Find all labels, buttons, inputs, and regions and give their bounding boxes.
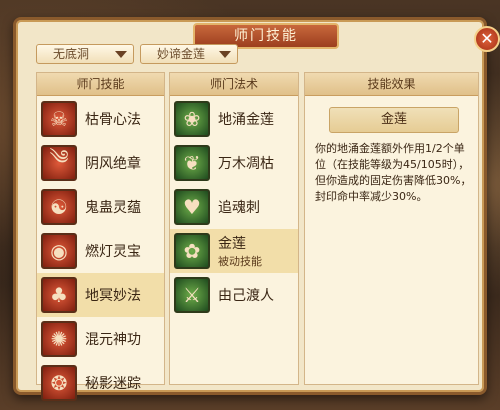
sect-skill-item[interactable]: ༄ 阴风绝章 [37, 141, 164, 185]
lotus-icon: ❀ [174, 101, 210, 137]
spells-header: 师门法术 [170, 73, 298, 96]
spell-item-label: 由己渡人 [218, 288, 274, 304]
sect-skill-item-label: 燃灯灵宝 [85, 244, 141, 260]
effect-header: 技能效果 [305, 73, 478, 96]
sect-dropdown-value: 无底洞 [53, 47, 90, 61]
sect-skill-item[interactable]: ☯ 鬼蛊灵蕴 [37, 185, 164, 229]
sect-skills-column: 师门技能 ☠ 枯骨心法 ༄ 阴风绝章 ☯ 鬼蛊灵蕴 ◉ 燃灯灵宝 ♣ 地冥妙法 ✺ 混元神功 ❂ 秘影迷踪 [36, 72, 165, 401]
spell-item[interactable]: ❦ 万木凋枯 [170, 141, 298, 185]
shadow-icon: ❂ [41, 365, 77, 401]
sect-skill-item[interactable]: ✺ 混元神功 [37, 317, 164, 361]
sect-skill-item-label: 地冥妙法 [85, 288, 141, 304]
sect-skill-item[interactable]: ◉ 燃灯灵宝 [37, 229, 164, 273]
spell-item-sublabel: 被动技能 [218, 255, 262, 268]
sect-dropdown[interactable]: 无底洞 [36, 44, 134, 64]
sect-skill-item-label: 混元神功 [85, 332, 141, 348]
sect-skill-item-label: 阴风绝章 [85, 156, 141, 172]
skill-dropdown-value: 妙谛金莲 [157, 47, 206, 61]
spell-item[interactable]: ❀ 地涌金莲 [170, 97, 298, 141]
sect-skills-header: 师门技能 [37, 73, 164, 96]
effect-description: 你的地涌金莲额外作用1/2个单位（在技能等级为45/105时），但你造成的固定伤… [315, 142, 472, 203]
effect-skill-name: 金莲 [329, 107, 459, 133]
effect-column: 技能效果 金莲 你的地涌金莲额外作用1/2个单位（在技能等级为45/105时），… [304, 72, 479, 385]
sword-icon: ⚔ [174, 277, 210, 313]
spell-item[interactable]: ✿ 金莲被动技能 [170, 229, 298, 273]
sect-skills-dialog: 师门技能 ✕ 无底洞 妙谛金莲 师门技能 ☠ 枯骨心法 ༄ 阴风绝章 ☯ 鬼蛊灵蕴 ◉ 燃灯灵… [13, 17, 500, 401]
withered-tree-icon: ❦ [174, 145, 210, 181]
spell-item[interactable]: ♥ 追魂刺 [170, 185, 298, 229]
spell-item-label: 地涌金莲 [218, 112, 274, 128]
heart-pierce-icon: ♥ [174, 189, 210, 225]
spell-item-label: 追魂刺 [218, 200, 260, 216]
skill-dropdown[interactable]: 妙谛金莲 [140, 44, 238, 64]
spell-item-label: 万木凋枯 [218, 156, 274, 172]
golden-lotus-icon: ✿ [174, 233, 210, 269]
close-button[interactable]: ✕ [474, 26, 500, 52]
spell-item-label: 金莲 [218, 236, 246, 252]
chevron-down-icon [115, 51, 127, 58]
sect-skill-item[interactable]: ♣ 地冥妙法 [37, 273, 164, 317]
ghost-icon: ☯ [41, 189, 77, 225]
sect-skill-item-label: 鬼蛊灵蕴 [85, 200, 141, 216]
chaos-icon: ✺ [41, 321, 77, 357]
sect-skill-item[interactable]: ❂ 秘影迷踪 [37, 361, 164, 405]
lamp-treasure-icon: ◉ [41, 233, 77, 269]
sect-skill-item-label: 枯骨心法 [85, 112, 141, 128]
spell-item[interactable]: ⚔ 由己渡人 [170, 273, 298, 317]
tree-icon: ♣ [41, 277, 77, 313]
sect-skill-item-label: 秘影迷踪 [85, 376, 141, 392]
chevron-down-icon [219, 51, 231, 58]
wind-scroll-icon: ༄ [41, 145, 77, 181]
spells-column: 师门法术 ❀ 地涌金莲 ❦ 万木凋枯 ♥ 追魂刺 ✿ 金莲被动技能 ⚔ 由己渡人 [169, 72, 299, 385]
skull-icon: ☠ [41, 101, 77, 137]
